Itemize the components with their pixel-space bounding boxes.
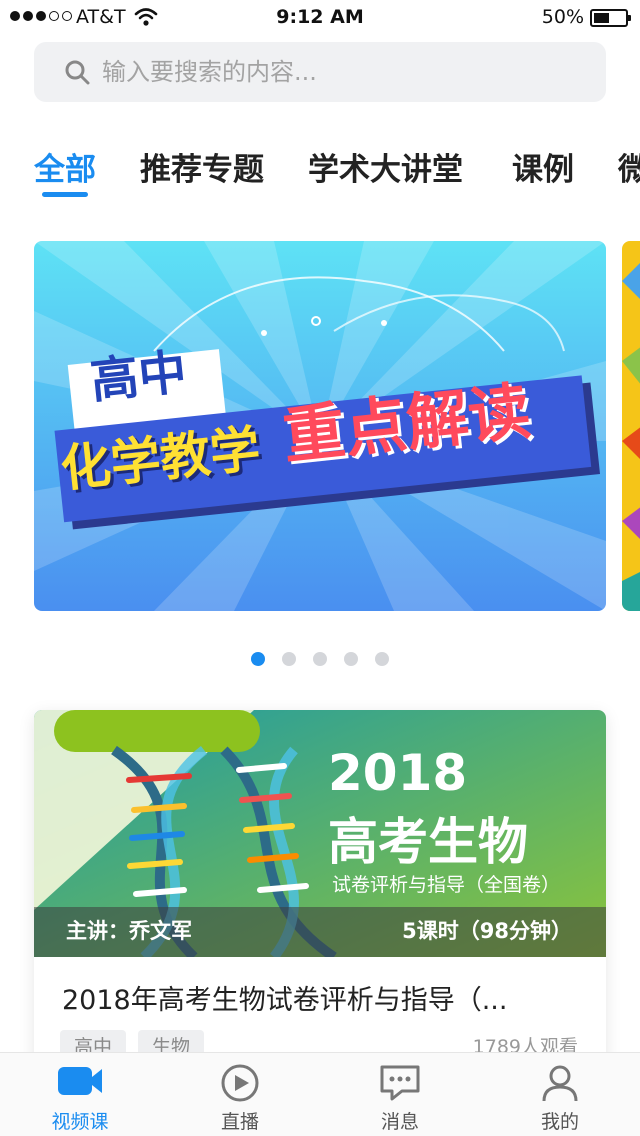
course-info-bar: 主讲：乔文军 5课时（98分钟）	[34, 907, 606, 957]
message-bubble-icon	[380, 1065, 420, 1101]
user-icon	[542, 1065, 578, 1102]
course-cover-image: 2018 高考生物 试卷评析与指导（全国卷） 主讲：乔文军 5课时（98分钟）	[34, 710, 606, 957]
search-icon	[65, 60, 90, 85]
pager-dot[interactable]	[313, 652, 327, 666]
nav-label: 消息	[380, 1111, 419, 1133]
nav-label: 视频课	[51, 1111, 109, 1133]
banner-next-slide-peek[interactable]	[622, 241, 640, 611]
pager-dot[interactable]	[344, 652, 358, 666]
banner-pager	[0, 652, 640, 666]
tab-academic-lectures[interactable]: 学术大讲堂	[308, 144, 463, 189]
nav-label: 我的	[540, 1111, 579, 1133]
battery-percentage: 50%	[541, 6, 584, 28]
pager-dot[interactable]	[375, 652, 389, 666]
course-teacher: 主讲：乔文军	[66, 919, 192, 943]
bottom-navigation: 视频课 直播 消息 我的	[0, 1052, 640, 1136]
tab-lesson-examples[interactable]: 课例	[512, 144, 574, 189]
cover-headline: 高考生物	[328, 813, 528, 871]
nav-video-courses[interactable]: 视频课	[0, 1053, 160, 1136]
video-camera-icon	[58, 1067, 102, 1095]
nav-profile[interactable]: 我的	[480, 1053, 640, 1136]
tab-all[interactable]: 全部	[34, 144, 96, 189]
cover-subtitle: 试卷评析与指导（全国卷）	[332, 874, 561, 896]
course-title[interactable]: 2018年高考生物试卷评析与指导（...	[62, 978, 582, 1017]
nav-live[interactable]: 直播	[160, 1053, 320, 1136]
search-input[interactable]	[102, 58, 562, 86]
nav-messages[interactable]: 消息	[320, 1053, 480, 1136]
play-circle-icon	[221, 1064, 259, 1102]
search-bar[interactable]	[34, 42, 606, 102]
battery-icon	[590, 9, 631, 27]
tab-recommended-topics[interactable]: 推荐专题	[140, 144, 264, 189]
cover-year: 2018	[328, 744, 468, 802]
category-tabs: 全部 推荐专题 学术大讲堂 课例 微	[0, 144, 640, 204]
banner-slide[interactable]: 高中 化学教学 重点解读	[34, 241, 606, 611]
course-lesson-count: 5课时（98分钟）	[402, 919, 572, 943]
banner-line1: 高中	[87, 344, 190, 410]
tab-active-indicator	[42, 192, 88, 197]
tab-micro[interactable]: 微	[618, 144, 640, 189]
pager-dot[interactable]	[251, 652, 265, 666]
status-bar: AT&T 9:12 AM 50%	[0, 0, 640, 36]
nav-label: 直播	[220, 1111, 259, 1133]
pager-dot[interactable]	[282, 652, 296, 666]
